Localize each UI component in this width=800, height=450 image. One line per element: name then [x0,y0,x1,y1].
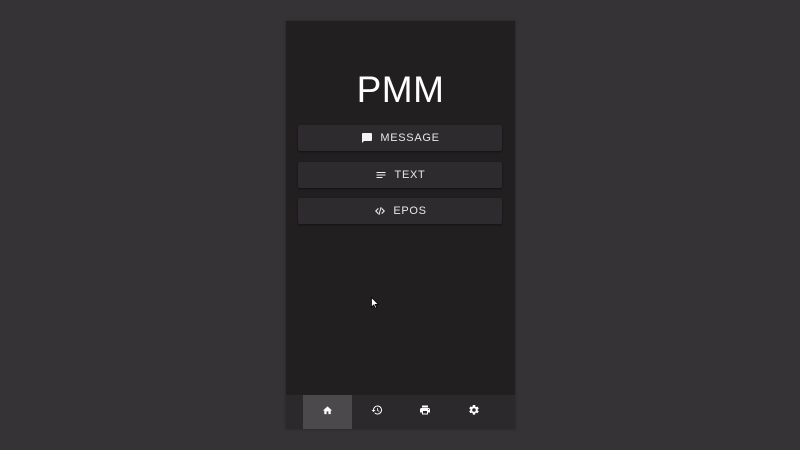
text-lines-icon [375,169,388,182]
nav-print[interactable] [400,395,449,429]
text-button[interactable]: TEXT [298,162,502,188]
message-icon [360,132,373,145]
text-button-label: TEXT [394,168,426,181]
desktop-background: PMM MESSAGE TEXT EPOS [0,0,800,450]
settings-icon [468,403,480,421]
bottom-navigation [286,395,515,429]
nav-history[interactable] [352,395,401,429]
epos-button-label: EPOS [393,204,427,217]
nav-home[interactable] [303,395,352,429]
message-button-label: MESSAGE [380,131,440,144]
epos-button[interactable]: EPOS [298,198,502,224]
app-window: PMM MESSAGE TEXT EPOS [286,21,515,429]
print-icon [419,403,431,421]
mouse-cursor-icon [371,296,380,309]
message-button[interactable]: MESSAGE [298,125,502,151]
nav-settings[interactable] [449,395,498,429]
code-icon [373,205,386,218]
history-icon [371,403,383,421]
app-title: PMM [356,69,445,110]
home-icon [322,403,333,421]
